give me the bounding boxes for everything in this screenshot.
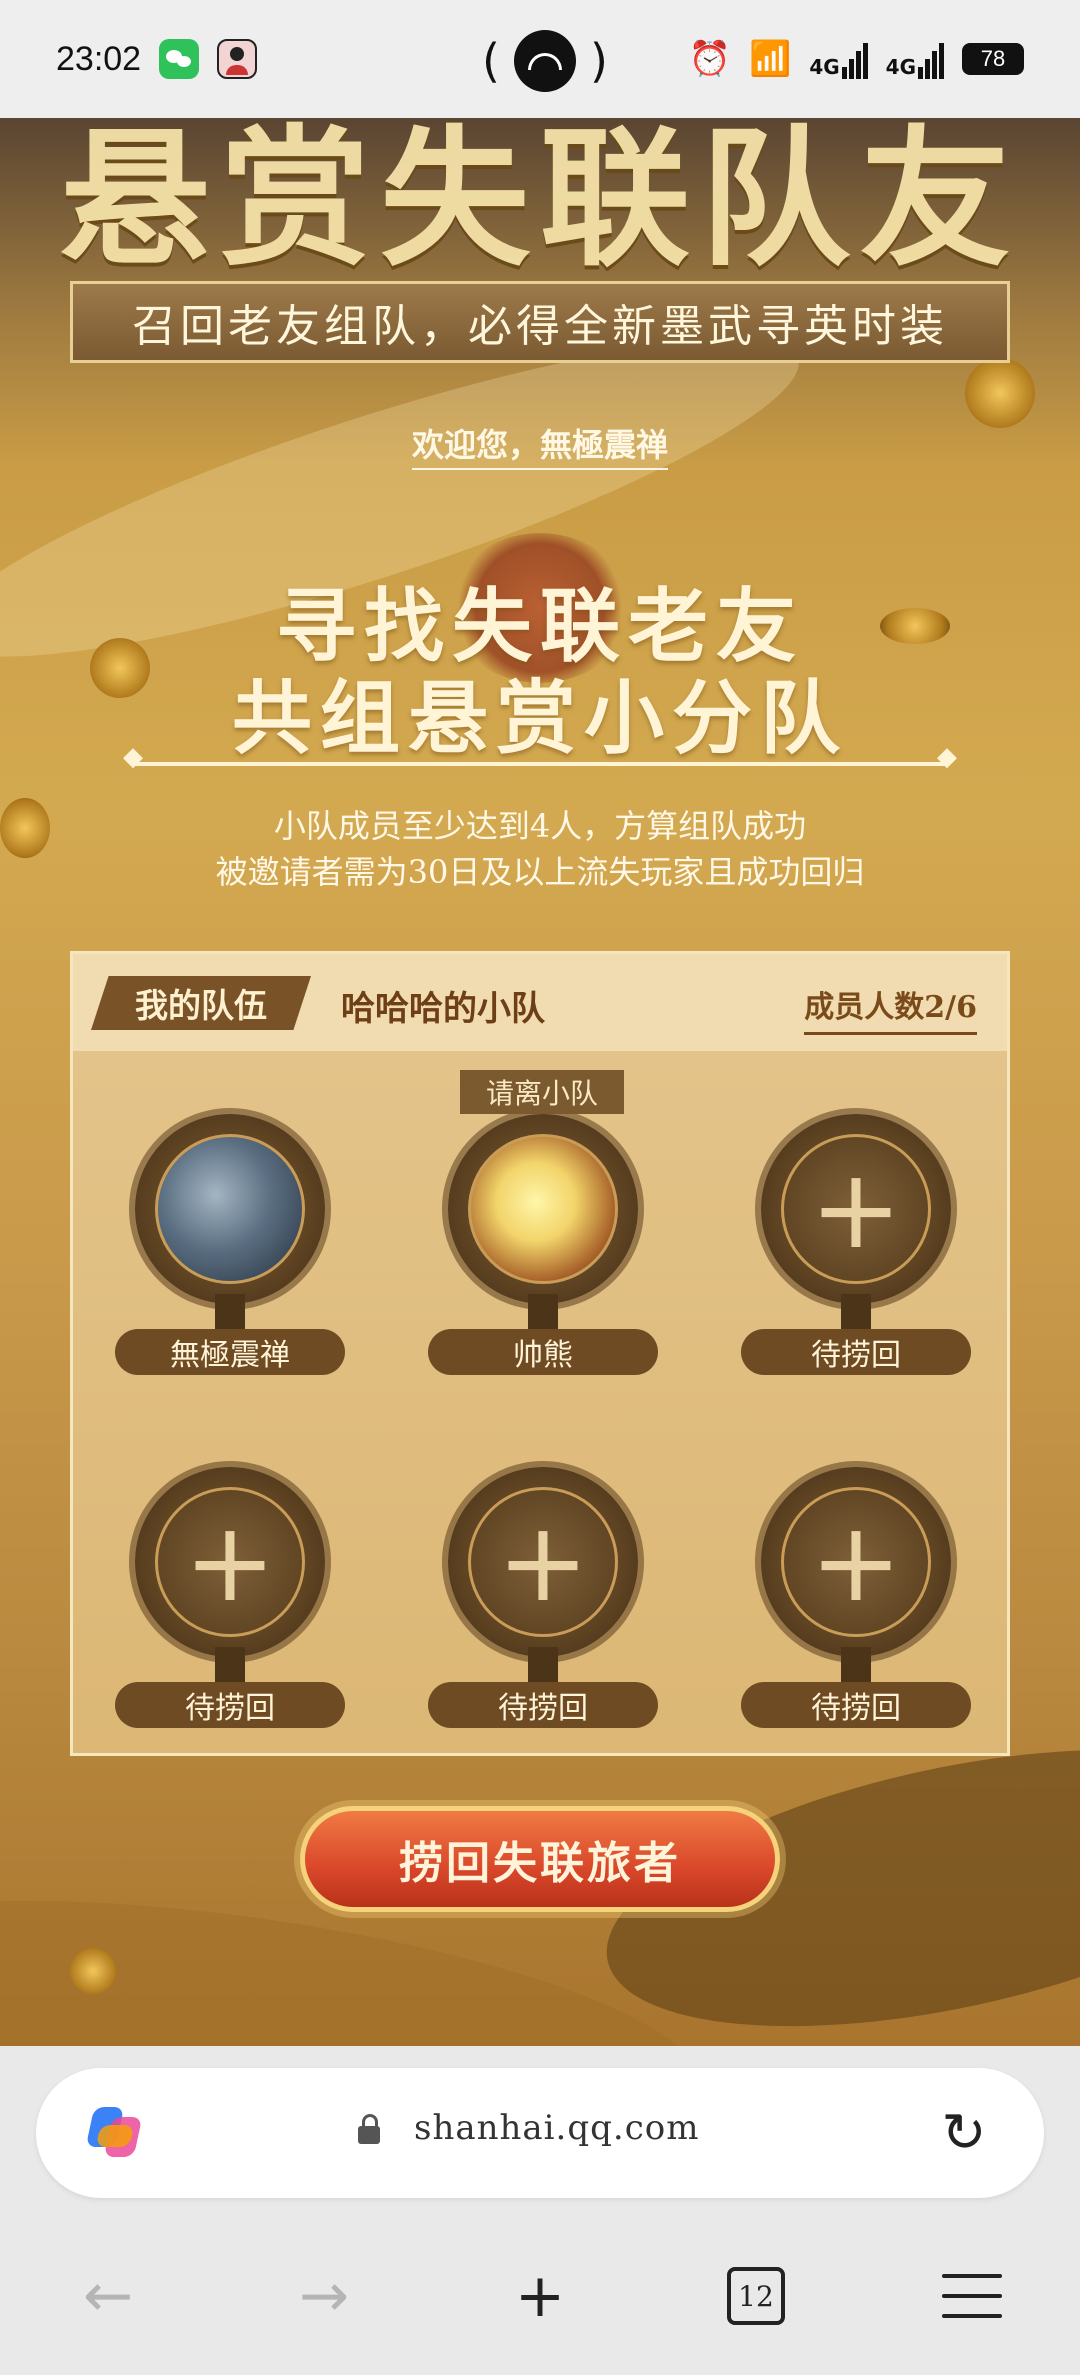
team-slot-4[interactable]: + 待捞回 [115, 1437, 345, 1737]
slot-label: 待捞回 [741, 1682, 971, 1728]
plus-icon: + [809, 1145, 903, 1273]
network-type-2: 4G [885, 55, 916, 79]
rules-text: 小队成员至少达到4人，方算组队成功 被邀请者需为30日及以上流失玩家且成功回归 [0, 803, 1080, 895]
slot-label: 待捞回 [115, 1682, 345, 1728]
tabs-button[interactable]: 12 [706, 2256, 806, 2336]
plus-icon: + [496, 1498, 590, 1626]
status-time: 23:02 [56, 39, 142, 78]
alarm-icon: ⏰ [688, 39, 731, 79]
member-avatar-image [155, 1134, 305, 1284]
plus-icon: + [809, 1498, 903, 1626]
invite-slot-button[interactable]: + [448, 1467, 638, 1657]
coin-decoration [70, 1948, 116, 1994]
team-slot-6[interactable]: + 待捞回 [741, 1437, 971, 1737]
invite-slot-button[interactable]: + [761, 1114, 951, 1304]
team-slot-3[interactable]: + 待捞回 [741, 1084, 971, 1384]
welcome-text: 欢迎您，無極震禅 [411, 426, 668, 470]
rules-line-1: 小队成员至少达到4人，方算组队成功 [273, 807, 807, 845]
welcome-link[interactable]: 欢迎您，無極震禅 [0, 420, 1080, 470]
back-button[interactable]: ← [58, 2256, 158, 2336]
address-bar[interactable]: shanhai.qq.com ↻ [36, 2068, 1044, 2198]
banner-subtitle: 召回老友组队，必得全新墨武寻英时装 [70, 281, 1010, 363]
invite-slot-button[interactable]: + [761, 1467, 951, 1657]
hotspot-indicator: ( ) [482, 30, 608, 92]
pill-left-paren: ( [482, 34, 500, 88]
lock-icon [358, 2114, 380, 2144]
member-avatar-frame [135, 1114, 325, 1304]
slot-label: 待捞回 [741, 1329, 971, 1375]
rules-line-2: 被邀请者需为30日及以上流失玩家且成功回归 [215, 853, 865, 891]
member-name: 帅熊 [428, 1329, 658, 1375]
coin-decoration [965, 358, 1035, 428]
menu-button[interactable] [922, 2256, 1022, 2336]
tab-count: 12 [727, 2267, 785, 2325]
status-bar: 23:02 ( ) ⏰ 📶 4G 4G 78 [0, 0, 1080, 118]
team-slot-5[interactable]: + 待捞回 [428, 1437, 658, 1737]
team-panel-header: 我的队伍 哈哈哈的小队 成员人数2/6 [73, 954, 1007, 1051]
headline: 寻找失联老友 共组悬赏小分队 [0, 580, 1080, 764]
my-team-tab: 我的队伍 [91, 976, 311, 1030]
menu-icon [942, 2274, 1002, 2318]
web-content: 悬赏失联队友 召回老友组队，必得全新墨武寻英时装 欢迎您，無極震禅 寻找失联老友… [0, 118, 1080, 2046]
battery-icon: 78 [962, 43, 1024, 75]
reload-icon[interactable]: ↻ [936, 2101, 992, 2164]
avatar-notification-icon [217, 39, 258, 79]
wifi-icon: 📶 [748, 39, 792, 79]
member-avatar-frame [448, 1114, 638, 1304]
recall-friends-button[interactable]: 捞回失联旅者 [300, 1806, 780, 1912]
slot-label: 待捞回 [428, 1682, 658, 1728]
event-title-art: 悬赏失联队友 [59, 118, 1020, 287]
signal-icon-2: 4G [886, 39, 944, 79]
pill-right-paren: ) [589, 34, 608, 88]
browser-toolbar: shanhai.qq.com ↻ ← → + 12 [0, 2046, 1080, 2375]
copilot-icon[interactable] [85, 2103, 150, 2163]
browser-nav-bar: ← → + 12 [0, 2246, 1080, 2346]
team-slot-2: 请离小队 帅熊 [428, 1070, 658, 1384]
team-name: 哈哈哈的小队 [341, 989, 545, 1029]
headline-line-1: 寻找失联老友 [276, 579, 804, 673]
team-slot-1: 無極震禅 [115, 1084, 345, 1384]
new-tab-button[interactable]: + [490, 2256, 590, 2336]
url-text[interactable]: shanhai.qq.com [414, 2108, 699, 2148]
forward-button[interactable]: → [274, 2256, 374, 2336]
headline-line-2: 共组悬赏小分队 [232, 671, 848, 765]
link-icon [513, 30, 576, 92]
wechat-icon [159, 39, 200, 79]
team-panel: 我的队伍 哈哈哈的小队 成员人数2/6 無極震禅 请离小队 帅熊 + 待捞回 +… [70, 951, 1010, 1756]
invite-slot-button[interactable]: + [135, 1467, 325, 1657]
ornament-divider [123, 742, 957, 772]
member-count: 成员人数2/6 [804, 982, 977, 1035]
remove-member-button[interactable]: 请离小队 [460, 1070, 624, 1114]
plus-icon: + [183, 1498, 277, 1626]
network-type-1: 4G [809, 55, 840, 79]
signal-icon-1: 4G [809, 39, 868, 79]
member-avatar-image [468, 1134, 618, 1284]
member-name: 無極震禅 [115, 1329, 345, 1375]
